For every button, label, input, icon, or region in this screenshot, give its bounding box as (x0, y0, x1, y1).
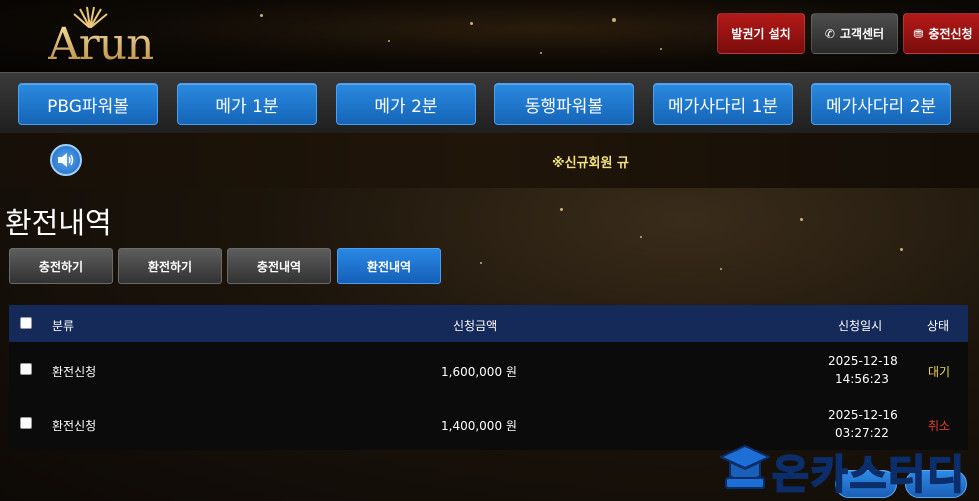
header-amount: 신청금액 (453, 319, 498, 333)
nav-item-mega-ladder-1min[interactable]: 메가사다리 1분 (653, 83, 793, 125)
header: Arun 발권기 설치 ✆ 고객센터 ⛃ 충전신청 (0, 0, 979, 72)
header-date: 신청일시 (838, 319, 883, 333)
row-date: 2025-12-18 (828, 354, 898, 368)
sparkle (900, 248, 903, 251)
row-checkbox[interactable] (20, 363, 32, 375)
sparkle (640, 236, 642, 238)
sparkle (660, 48, 662, 50)
sparkle (260, 14, 263, 17)
withdraw-history-table: 분류 신청금액 신청일시 상태 환전신청 1,600,000 원 2025-12… (9, 305, 968, 450)
notice-bar: ※신규회원 규 (0, 133, 979, 188)
phone-icon: ✆ (824, 26, 835, 41)
notice-text: ※신규회원 규 (552, 156, 629, 171)
row-amount: 1,600,000 원 (441, 365, 517, 379)
sparkle (470, 22, 473, 25)
status-badge: 취소 (928, 419, 951, 433)
speaker-icon[interactable] (50, 144, 82, 176)
table-header: 분류 신청금액 신청일시 상태 (9, 305, 968, 342)
game-nav: PBG파워볼 메가 1분 메가 2분 동행파워볼 메가사다리 1분 메가사다리 … (0, 72, 979, 133)
row-time: 14:56:23 (835, 372, 889, 386)
tab-withdraw-history[interactable]: 환전내역 (337, 248, 441, 284)
sparkle (388, 40, 390, 42)
nav-item-pbg-powerball[interactable]: PBG파워볼 (18, 83, 158, 125)
row-category: 환전신청 (52, 419, 97, 433)
status-badge: 대기 (928, 365, 951, 379)
select-all-checkbox[interactable] (20, 317, 32, 329)
sparkle (720, 268, 722, 270)
install-button-label: 발권기 설치 (731, 27, 791, 41)
watermark-text: 온카스터디 (771, 451, 966, 499)
tab-withdraw[interactable]: 환전하기 (118, 248, 222, 284)
graduation-cap-icon (720, 444, 770, 489)
nav-item-mega-1min[interactable]: 메가 1분 (177, 83, 317, 125)
deposit-request-label: 충전신청 (928, 27, 973, 41)
watermark: 온카스터디 (720, 440, 979, 501)
sparkle (612, 18, 616, 22)
nav-item-donghaeng-powerball[interactable]: 동행파워볼 (494, 83, 634, 125)
header-status: 상태 (927, 319, 950, 333)
coins-icon: ⛃ (913, 26, 924, 41)
customer-center-label: 고객센터 (839, 27, 885, 41)
customer-center-button[interactable]: ✆ 고객센터 (811, 13, 898, 54)
nav-item-mega-2min[interactable]: 메가 2분 (336, 83, 476, 125)
logo[interactable]: Arun (44, 6, 169, 68)
row-time: 03:27:22 (835, 426, 889, 440)
row-date: 2025-12-16 (828, 408, 898, 422)
tab-deposit-history[interactable]: 충전내역 (227, 248, 331, 284)
sparkle (540, 52, 542, 54)
sparkle (560, 208, 563, 211)
table-row: 환전신청 1,600,000 원 2025-12-18 14:56:23 대기 (9, 342, 968, 396)
sparkle (800, 218, 803, 221)
row-category: 환전신청 (52, 365, 97, 379)
header-category: 분류 (52, 319, 75, 333)
page-title: 환전내역 (5, 206, 112, 240)
row-checkbox[interactable] (20, 417, 32, 429)
deposit-request-button[interactable]: ⛃ 충전신청 (903, 13, 979, 54)
logo-text: Arun (48, 19, 154, 70)
nav-item-mega-ladder-2min[interactable]: 메가사다리 2분 (811, 83, 951, 125)
sparkle (480, 262, 482, 264)
install-button[interactable]: 발권기 설치 (717, 13, 805, 54)
tab-deposit[interactable]: 충전하기 (9, 248, 113, 284)
row-amount: 1,400,000 원 (441, 419, 517, 433)
